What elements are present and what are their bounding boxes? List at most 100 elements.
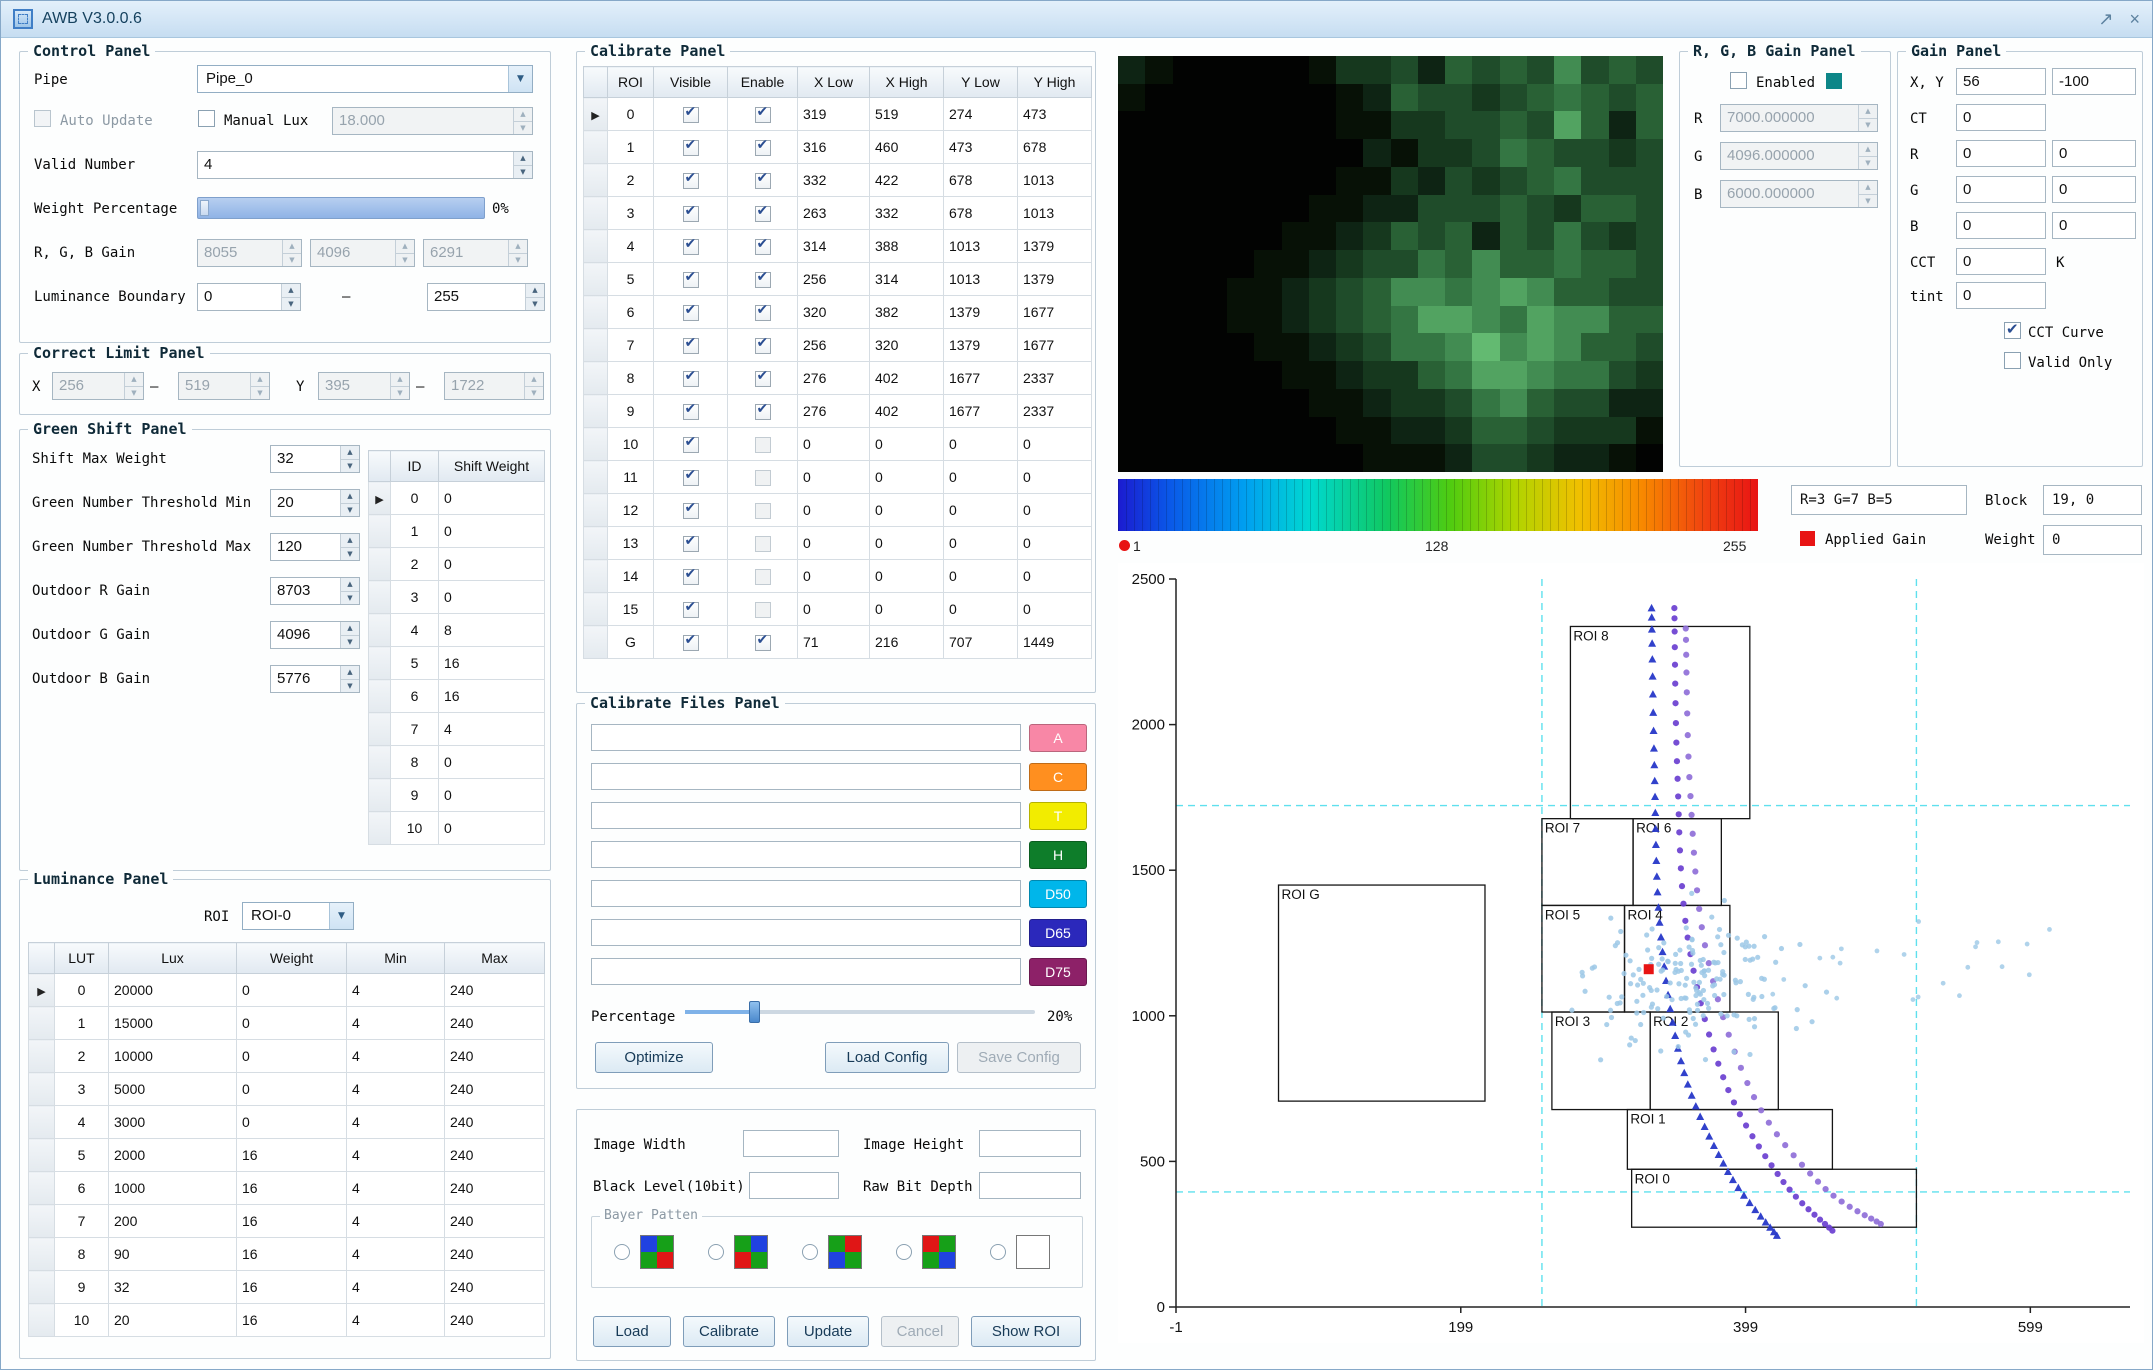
- valid-only-checkbox[interactable]: [2004, 352, 2021, 369]
- g-gain-value-input[interactable]: 4096.000000: [1720, 142, 1878, 170]
- luminance-row[interactable]: 890164240: [29, 1238, 545, 1271]
- value-cell[interactable]: 678: [1018, 131, 1092, 164]
- undock-icon[interactable]: ↗: [2098, 10, 2113, 28]
- shift-weight-row[interactable]: 74: [369, 713, 545, 746]
- row-selector[interactable]: [369, 647, 391, 680]
- value-cell[interactable]: 0: [798, 494, 870, 527]
- row-selector[interactable]: [29, 1073, 55, 1106]
- roi-cell[interactable]: 6: [608, 296, 654, 329]
- value-cell[interactable]: 422: [870, 164, 944, 197]
- value-cell[interactable]: 1449: [1018, 626, 1092, 659]
- roi-cell[interactable]: 4: [608, 230, 654, 263]
- luminance-boundary-min-input[interactable]: 0: [197, 283, 301, 311]
- file-a-button[interactable]: A: [1029, 724, 1087, 752]
- bayer-radio-rggb[interactable]: [896, 1244, 912, 1260]
- value-cell[interactable]: 0: [237, 1073, 347, 1106]
- shift-weight-row[interactable]: 10: [369, 515, 545, 548]
- spin-down-icon[interactable]: [282, 298, 300, 311]
- enable-cell[interactable]: [728, 461, 798, 494]
- visible-checkbox[interactable]: [683, 470, 699, 486]
- spin-down-icon[interactable]: [341, 680, 359, 693]
- r-gain-value-input[interactable]: 7000.000000: [1720, 104, 1878, 132]
- value-cell[interactable]: 678: [944, 164, 1018, 197]
- lut-cell[interactable]: 2: [55, 1040, 109, 1073]
- roi-cell[interactable]: 9: [608, 395, 654, 428]
- r-value-2-input[interactable]: [2052, 140, 2136, 167]
- optimize-button[interactable]: Optimize: [595, 1042, 713, 1073]
- image-width-input[interactable]: [743, 1130, 839, 1157]
- visible-checkbox[interactable]: [683, 503, 699, 519]
- value-cell[interactable]: 240: [445, 1172, 545, 1205]
- calibrate-file-input[interactable]: [591, 724, 1021, 751]
- visible-checkbox[interactable]: [683, 338, 699, 354]
- value-cell[interactable]: 240: [445, 1073, 545, 1106]
- value-cell[interactable]: 4: [347, 1073, 445, 1106]
- column-header[interactable]: ROI: [608, 67, 654, 98]
- value-cell[interactable]: 473: [1018, 98, 1092, 131]
- column-header[interactable]: LUT: [55, 943, 109, 974]
- lut-cell[interactable]: 5: [55, 1139, 109, 1172]
- column-header[interactable]: Enable: [728, 67, 798, 98]
- id-cell[interactable]: 6: [391, 680, 439, 713]
- calibrate-row[interactable]: 827640216772337: [584, 362, 1092, 395]
- value-cell[interactable]: 1379: [1018, 230, 1092, 263]
- visible-cell[interactable]: [654, 461, 728, 494]
- shift-weight-row[interactable]: 30: [369, 581, 545, 614]
- id-cell[interactable]: 7: [391, 713, 439, 746]
- value-cell[interactable]: 0: [1018, 560, 1092, 593]
- row-selector[interactable]: [29, 1238, 55, 1271]
- calibrate-row[interactable]: 110000: [584, 461, 1092, 494]
- luminance-row[interactable]: 3500004240: [29, 1073, 545, 1106]
- value-cell[interactable]: 1379: [944, 296, 1018, 329]
- roi-cell[interactable]: 0: [608, 98, 654, 131]
- spin-down-icon[interactable]: [341, 592, 359, 605]
- spin-up-icon[interactable]: [341, 622, 359, 636]
- value-cell[interactable]: 316: [798, 131, 870, 164]
- black-level-input[interactable]: [749, 1172, 839, 1199]
- value-cell[interactable]: 3000: [109, 1106, 237, 1139]
- spin-up-icon[interactable]: [341, 534, 359, 548]
- value-cell[interactable]: 256: [798, 329, 870, 362]
- row-selector[interactable]: [584, 296, 608, 329]
- row-selector[interactable]: [584, 494, 608, 527]
- value-cell[interactable]: 0: [237, 1106, 347, 1139]
- id-cell[interactable]: 0: [391, 482, 439, 515]
- ct-value-input[interactable]: [1956, 104, 2046, 131]
- enable-cell[interactable]: [728, 98, 798, 131]
- column-header[interactable]: X Low: [798, 67, 870, 98]
- visible-cell[interactable]: [654, 263, 728, 296]
- column-header[interactable]: Y Low: [944, 67, 1018, 98]
- id-cell[interactable]: 2: [391, 548, 439, 581]
- row-selector[interactable]: [584, 164, 608, 197]
- value-cell[interactable]: 382: [870, 296, 944, 329]
- enable-checkbox[interactable]: [755, 338, 771, 354]
- x-value-input[interactable]: [1956, 68, 2046, 95]
- row-selector[interactable]: [369, 713, 391, 746]
- column-header[interactable]: ID: [391, 451, 439, 482]
- spin-down-icon[interactable]: [341, 636, 359, 649]
- outdoor-g-gain-input[interactable]: 4096: [270, 621, 360, 649]
- save-config-button[interactable]: Save Config: [957, 1042, 1081, 1073]
- spin-up-icon[interactable]: [509, 240, 527, 254]
- r-gain-input[interactable]: 8055: [197, 239, 302, 267]
- calibrate-row[interactable]: 0319519274473: [584, 98, 1092, 131]
- enable-cell[interactable]: [728, 428, 798, 461]
- file-h-button[interactable]: H: [1029, 841, 1087, 869]
- visible-checkbox[interactable]: [683, 305, 699, 321]
- shift-weight-row[interactable]: 616: [369, 680, 545, 713]
- enable-checkbox[interactable]: [755, 635, 771, 651]
- weight-cell[interactable]: 0: [439, 779, 545, 812]
- visible-cell[interactable]: [654, 494, 728, 527]
- value-cell[interactable]: 240: [445, 1271, 545, 1304]
- calibrate-row[interactable]: G712167071449: [584, 626, 1092, 659]
- value-cell[interactable]: 240: [445, 974, 545, 1007]
- weight-cell[interactable]: 8: [439, 614, 545, 647]
- spin-down-icon[interactable]: [526, 298, 544, 311]
- calibrate-row[interactable]: 32633326781013: [584, 197, 1092, 230]
- luminance-row[interactable]: 11500004240: [29, 1007, 545, 1040]
- enable-checkbox[interactable]: [755, 239, 771, 255]
- roi-cell[interactable]: 3: [608, 197, 654, 230]
- weight-cell[interactable]: 16: [439, 680, 545, 713]
- value-cell[interactable]: 0: [944, 527, 1018, 560]
- row-selector[interactable]: [29, 1106, 55, 1139]
